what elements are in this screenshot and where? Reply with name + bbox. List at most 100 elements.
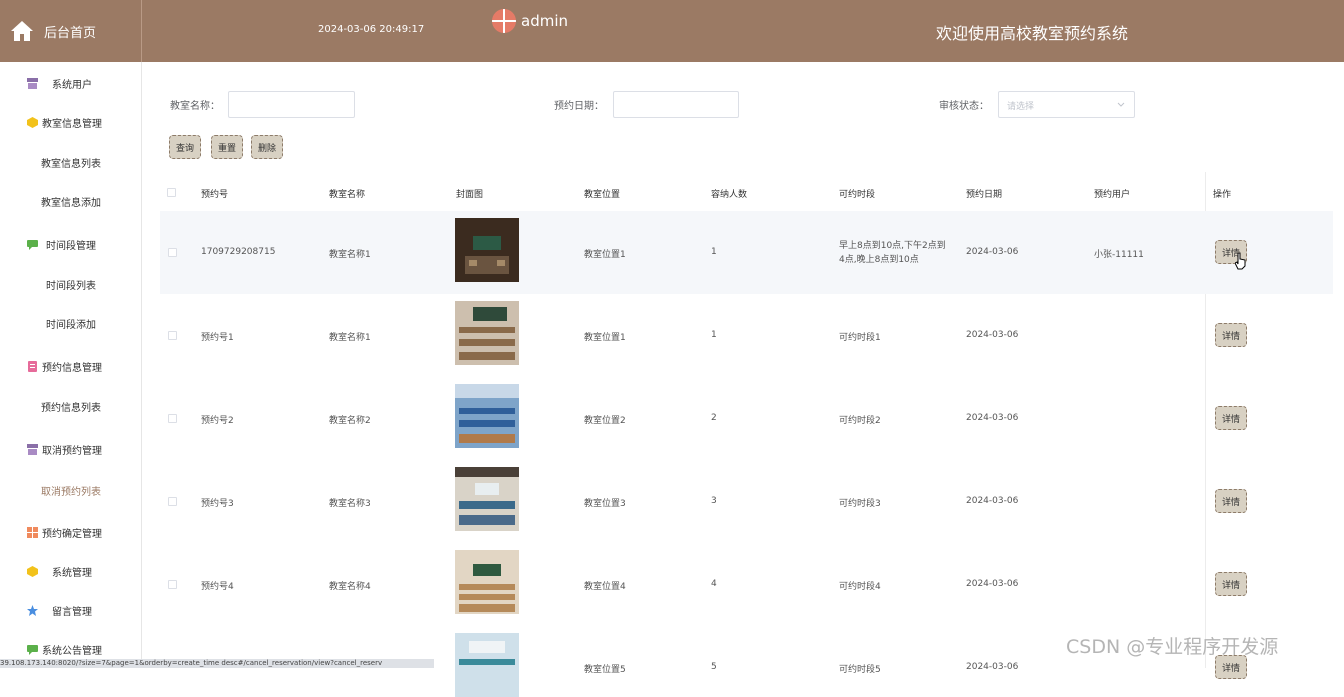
reset-button[interactable]: 重置 [211,135,243,159]
cell-date: 2024-03-06 [966,662,1019,672]
sidebar-item-timeslot-list[interactable]: 时间段列表 [0,269,142,299]
sidebar-item-system-users[interactable]: 系统用户 [0,68,142,98]
main-content: 教室名称： 预约日期： 审核状态： 请选择 查询 重置 删除 预约号 教室名称 … [142,62,1344,697]
sidebar-item-label: 教室信息管理 [42,118,102,130]
cell-capacity: 5 [711,662,717,672]
cell-no: 预约号4 [201,582,234,592]
cell-slot: 早上8点到10点,下午2点到4点,晚上8点到10点 [839,241,946,265]
home-icon [11,21,33,41]
sidebar-item-label: 系统用户 [52,79,92,91]
cell-name: 教室名称1 [329,250,371,260]
detail-button[interactable]: 详情 [1215,489,1247,513]
sidebar-item-confirm-mgmt[interactable]: 预约确定管理 [0,517,142,547]
reservation-date-input[interactable] [613,91,739,118]
cell-slot: 可约时段5 [839,665,881,675]
row-checkbox[interactable] [168,331,177,340]
sidebar-item-cancel-mgmt[interactable]: 取消预约管理 [0,434,142,464]
sidebar-item-label: 取消预约列表 [41,486,101,498]
sidebar-item-label: 系统公告管理 [42,645,102,657]
classroom-name-input[interactable] [228,91,355,118]
star-icon [27,604,38,616]
cell-location: 教室位置2 [584,416,626,426]
detail-button[interactable]: 详情 [1215,323,1247,347]
cell-user: 小张-11111 [1094,250,1144,260]
home-label: 后台首页 [44,25,97,41]
avatar[interactable] [492,9,516,33]
col-header: 预约日期 [966,190,1003,200]
cell-date: 2024-03-06 [966,247,1019,257]
sidebar-item-message-mgmt[interactable]: 留言管理 [0,595,142,625]
cell-capacity: 1 [711,330,717,340]
sidebar-item-reservation-mgmt[interactable]: 预约信息管理 [0,351,142,381]
sidebar-item-label: 时间段列表 [46,280,96,292]
cell-slot: 可约时段1 [839,333,881,343]
cell-no: 预约号3 [201,499,234,509]
cell-capacity: 4 [711,579,717,589]
review-status-select[interactable]: 请选择 [998,91,1135,118]
detail-button[interactable]: 详情 [1215,572,1247,596]
chat-icon [27,644,38,655]
row-checkbox[interactable] [168,414,177,423]
cell-no: 预约号2 [201,416,234,426]
cover-image [455,633,519,697]
sidebar-item-label: 时间段添加 [46,319,96,331]
sidebar-item-classroom-list[interactable]: 教室信息列表 [0,147,142,177]
sidebar-item-classroom-add[interactable]: 教室信息添加 [0,186,142,216]
sidebar: 系统用户 教室信息管理 教室信息列表 教室信息添加 时间段管理 时间段列表 时间… [0,62,142,668]
cell-capacity: 2 [711,413,717,423]
sidebar-item-system-mgmt[interactable]: 系统管理 [0,556,142,586]
sidebar-item-timeslot-add[interactable]: 时间段添加 [0,308,142,338]
sidebar-item-label: 时间段管理 [46,240,96,252]
cell-no: 1709729208715 [201,247,276,257]
sidebar-item-label: 教室信息添加 [41,197,101,209]
pointer-cursor-icon [1235,252,1246,270]
cube-icon [27,565,38,577]
query-button[interactable]: 查询 [169,135,201,159]
cell-date: 2024-03-06 [966,496,1019,506]
sidebar-item-reservation-list[interactable]: 预约信息列表 [0,391,142,421]
cell-name: 教室名称2 [329,416,371,426]
cell-no: 预约号1 [201,333,234,343]
cell-date: 2024-03-06 [966,330,1019,340]
sidebar-item-label: 取消预约管理 [42,445,102,457]
detail-button[interactable]: 详情 [1215,406,1247,430]
review-status-label: 审核状态： [939,101,989,112]
col-header: 容纳人数 [711,190,748,200]
cell-slot: 可约时段4 [839,582,881,592]
cell-capacity: 1 [711,247,717,257]
select-all-checkbox[interactable] [167,188,176,197]
row-checkbox[interactable] [168,497,177,506]
sidebar-item-cancel-list[interactable]: 取消预约列表 [0,475,142,505]
doc-icon [28,360,37,372]
row-checkbox[interactable] [168,580,177,589]
sidebar-item-label: 系统管理 [52,567,92,579]
welcome-title: 欢迎使用高校教室预约系统 [936,24,1129,43]
box-icon [27,77,38,89]
chat-icon [27,239,38,250]
select-placeholder: 请选择 [1007,102,1035,112]
home-link[interactable]: 后台首页 [0,0,142,62]
cell-location: 教室位置4 [584,582,626,592]
col-header: 预约用户 [1094,190,1131,200]
chevron-down-icon [1117,102,1125,107]
sidebar-item-classroom-mgmt[interactable]: 教室信息管理 [0,107,142,137]
top-header: 后台首页 2024-03-06 20:49:17 admin 欢迎使用高校教室预… [0,0,1344,62]
classroom-name-label: 教室名称： [170,101,220,112]
delete-button[interactable]: 删除 [251,135,283,159]
cell-name: 教室名称4 [329,582,371,592]
cover-image [455,218,519,282]
col-header: 教室位置 [584,190,621,200]
cell-slot: 可约时段3 [839,499,881,509]
username[interactable]: admin [521,12,568,30]
cell-date: 2024-03-06 [966,413,1019,423]
sidebar-item-label: 预约信息列表 [41,402,101,414]
watermark: CSDN @专业程序开发源 [1066,636,1279,658]
sidebar-item-timeslot-mgmt[interactable]: 时间段管理 [0,229,142,259]
cell-location: 教室位置5 [584,665,626,675]
cell-name: 教室名称1 [329,333,371,343]
row-checkbox[interactable] [168,248,177,257]
cube-icon [27,116,38,128]
cover-image [455,384,519,448]
cell-slot: 可约时段2 [839,416,881,426]
sidebar-item-label: 留言管理 [52,606,92,618]
